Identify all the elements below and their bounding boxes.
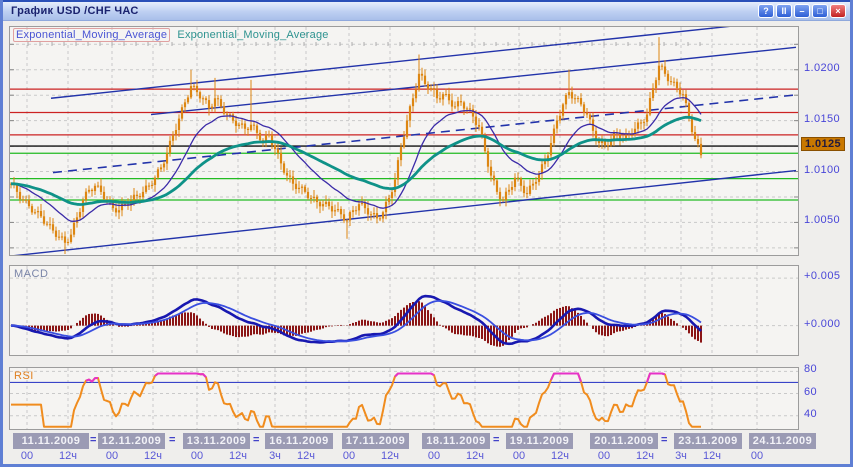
window-title: График USD /CHF ЧАС bbox=[11, 5, 139, 17]
time-label: 00 bbox=[587, 450, 621, 462]
date-band: 19.11.2009 bbox=[506, 433, 573, 449]
macd-panel: MACD bbox=[9, 265, 799, 356]
indicator-legend: Exponential_Moving_Average Exponential_M… bbox=[13, 29, 329, 41]
ema-slow-line bbox=[11, 117, 701, 204]
time-label: 3ч bbox=[664, 450, 698, 462]
macd-label: MACD bbox=[14, 268, 48, 280]
time-label: 12ч bbox=[458, 450, 492, 462]
time-label: 12ч bbox=[628, 450, 662, 462]
price-axis-label: 1.0150 bbox=[804, 113, 840, 125]
rsi-panel: RSI bbox=[9, 367, 799, 430]
time-label: 00 bbox=[417, 450, 451, 462]
time-label: 12ч bbox=[695, 450, 729, 462]
rsi-label: RSI bbox=[14, 370, 34, 382]
price-chart-canvas[interactable] bbox=[10, 27, 798, 255]
time-label: 12ч bbox=[373, 450, 407, 462]
time-label: 12ч bbox=[136, 450, 170, 462]
current-price-tag: 1.0125 bbox=[801, 137, 845, 151]
chart-window: График USD /CHF ЧАС ?II–□× Exponential_M… bbox=[0, 0, 853, 467]
date-band-separator: = bbox=[169, 434, 175, 446]
date-band: 23.11.2009 bbox=[674, 433, 742, 449]
help-button[interactable]: ? bbox=[758, 4, 774, 18]
price-axis-label: 1.0200 bbox=[804, 62, 840, 74]
rsi-chart-canvas[interactable] bbox=[10, 368, 798, 429]
time-label: 12ч bbox=[51, 450, 85, 462]
date-band: 17.11.2009 bbox=[342, 433, 409, 449]
legend-ema-slow[interactable]: Exponential_Moving_Average bbox=[177, 29, 328, 41]
macd-line bbox=[11, 296, 701, 344]
date-band-separator: = bbox=[493, 434, 499, 446]
date-band: 20.11.2009 bbox=[590, 433, 658, 449]
price-axis: 1.0200 1.0150 1.0100 1.0050 +0.005 +0.000 80 60… bbox=[799, 0, 853, 435]
time-label: 12ч bbox=[289, 450, 323, 462]
date-band: 11.11.2009 bbox=[13, 433, 89, 449]
time-label: 12ч bbox=[221, 450, 255, 462]
date-band: 13.11.2009 bbox=[183, 433, 250, 449]
price-panel: Exponential_Moving_Average Exponential_M… bbox=[9, 26, 799, 256]
time-label: 3ч bbox=[258, 450, 292, 462]
signal-line bbox=[11, 301, 701, 341]
time-label: 00 bbox=[180, 450, 214, 462]
date-band: 12.11.2009 bbox=[98, 433, 165, 449]
time-label: 00 bbox=[740, 450, 774, 462]
time-label: 00 bbox=[502, 450, 536, 462]
date-band-separator: = bbox=[661, 434, 667, 446]
macd-chart-canvas[interactable] bbox=[10, 266, 798, 355]
price-axis-label: 1.0100 bbox=[804, 164, 840, 176]
rsi-line bbox=[11, 374, 701, 427]
date-band-separator: = bbox=[253, 434, 259, 446]
pause-button[interactable]: II bbox=[776, 4, 792, 18]
rsi-axis-label: 60 bbox=[804, 386, 817, 398]
date-band: 16.11.2009 bbox=[265, 433, 333, 449]
rsi-axis-label: 40 bbox=[804, 408, 817, 420]
time-label: 00 bbox=[10, 450, 44, 462]
window-titlebar[interactable]: График USD /CHF ЧАС ?II–□× bbox=[3, 0, 850, 21]
date-band: 18.11.2009 bbox=[422, 433, 490, 449]
time-label: 00 bbox=[95, 450, 129, 462]
macd-axis-label: +0.005 bbox=[804, 270, 840, 282]
price-axis-label: 1.0050 bbox=[804, 214, 840, 226]
macd-axis-label: +0.000 bbox=[804, 318, 840, 330]
time-label: 12ч bbox=[543, 450, 577, 462]
time-label: 00 bbox=[332, 450, 366, 462]
rsi-axis-label: 80 bbox=[804, 363, 817, 375]
legend-ema-fast[interactable]: Exponential_Moving_Average bbox=[13, 28, 170, 42]
date-band: 24.11.2009 bbox=[749, 433, 816, 449]
date-band-separator: = bbox=[90, 434, 96, 446]
